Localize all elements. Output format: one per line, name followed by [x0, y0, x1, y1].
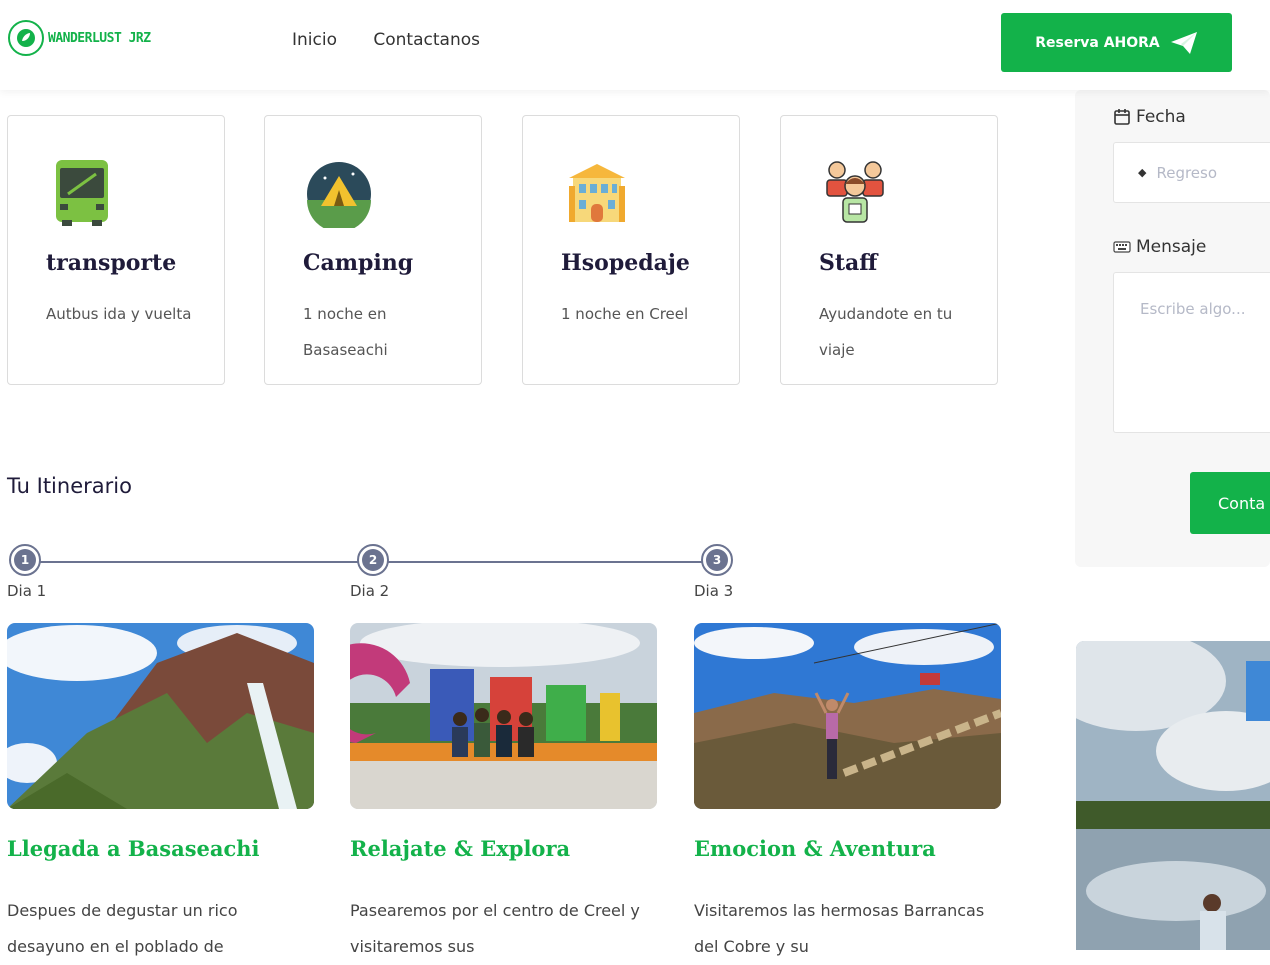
service-desc: Autbus ida y vuelta [46, 305, 192, 323]
day-label: Dia 1 [7, 582, 47, 600]
date-label: Fecha [1113, 107, 1186, 127]
day-label: Dia 2 [350, 582, 390, 600]
day-1-photo [7, 623, 314, 809]
keyboard-icon [1113, 241, 1131, 253]
paper-plane-icon [1170, 31, 1197, 54]
service-desc: 1 noche en Basaseachi [303, 305, 388, 359]
service-title: transporte [46, 250, 177, 276]
contact-submit-label: Conta [1218, 493, 1266, 513]
timeline-step-2: 2 [357, 544, 389, 576]
day-title: Emocion & Aventura [694, 836, 936, 861]
date-label-text: Fecha [1136, 107, 1186, 127]
day-label: Dia 3 [694, 582, 734, 600]
message-placeholder: Escribe algo... [1140, 300, 1246, 318]
service-card-staff: Staff Ayudandote en tu viaje [780, 115, 998, 385]
reserve-now-label: Reserva AHORA [1035, 34, 1160, 51]
camping-tent-icon [303, 156, 375, 232]
staff-people-icon [819, 156, 891, 228]
step-number: 2 [362, 549, 384, 571]
day-description: Despues de degustar un rico desayuno en … [7, 901, 238, 956]
logo-badge-icon [8, 20, 44, 56]
contact-submit-button[interactable]: Conta [1190, 472, 1270, 534]
reserve-now-button[interactable]: Reserva AHORA [1001, 13, 1232, 72]
day-description: Pasearemos por el centro de Creel y visi… [350, 901, 640, 956]
day-2-photo [350, 623, 657, 809]
day-title: Llegada a Basaseachi [7, 836, 260, 861]
nav-link-inicio[interactable]: Inicio [292, 30, 337, 50]
return-date-placeholder: Regreso [1156, 163, 1218, 182]
service-card-transporte: transporte Autbus ida y vuelta [7, 115, 225, 385]
itinerary-heading: Tu Itinerario [7, 474, 132, 498]
hotel-icon [561, 156, 633, 228]
timeline-connector [40, 561, 358, 563]
service-card-camping: Camping 1 noche en Basaseachi [264, 115, 482, 385]
sort-arrows-icon: ◆ [1138, 166, 1147, 179]
lake-photo [1076, 641, 1270, 950]
step-number: 1 [14, 549, 36, 571]
step-number: 3 [706, 549, 728, 571]
main-nav: Inicio Contactanos [292, 30, 511, 50]
site-header: WANDERLUST JRZ Inicio Contactanos Reserv… [0, 0, 1270, 90]
message-textarea[interactable]: Escribe algo... [1113, 272, 1270, 433]
bus-icon [46, 156, 118, 228]
day-description: Visitaremos las hermosas Barrancas del C… [694, 901, 985, 956]
message-label: Mensaje [1113, 237, 1206, 257]
return-date-select[interactable]: ◆ Regreso [1113, 142, 1270, 203]
service-title: Hsopedaje [561, 250, 690, 276]
service-desc: Ayudandote en tu viaje [819, 305, 953, 359]
brand-name: WANDERLUST JRZ [48, 30, 151, 46]
service-card-hospedaje: Hsopedaje 1 noche en Creel [522, 115, 740, 385]
day-title: Relajate & Explora [350, 836, 571, 861]
timeline-step-3: 3 [701, 544, 733, 576]
service-title: Staff [819, 250, 878, 276]
timeline-step-1: 1 [9, 544, 41, 576]
service-desc: 1 noche en Creel [561, 305, 689, 323]
day-3-photo [694, 623, 1001, 809]
message-label-text: Mensaje [1136, 237, 1207, 257]
calendar-icon [1114, 109, 1130, 125]
brand-logo[interactable]: WANDERLUST JRZ [8, 20, 151, 56]
timeline-connector [388, 561, 702, 563]
nav-link-contactanos[interactable]: Contactanos [373, 30, 480, 50]
service-title: Camping [303, 250, 414, 276]
